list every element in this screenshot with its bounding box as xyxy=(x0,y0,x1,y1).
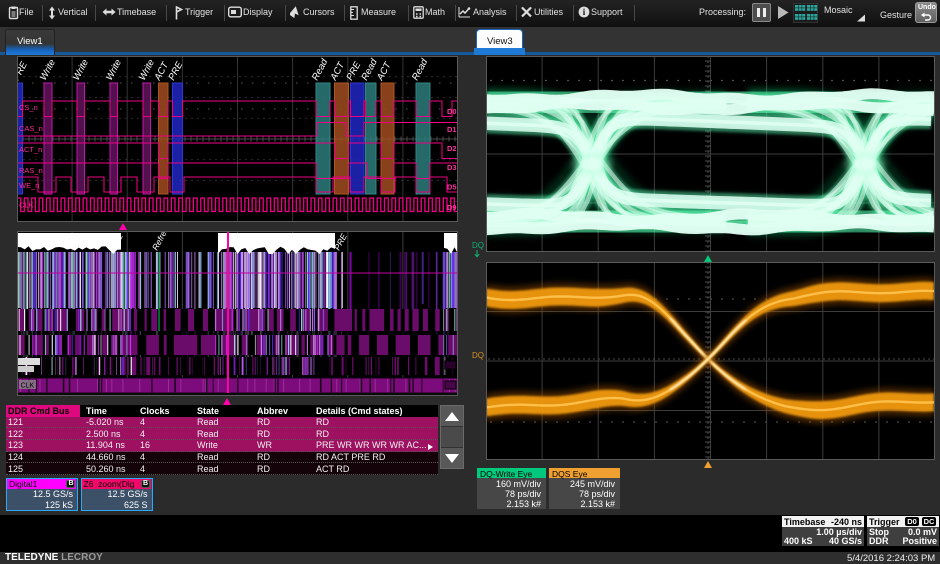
svg-text:CLK: CLK xyxy=(21,383,35,390)
svg-text:Write: Write xyxy=(71,58,91,83)
svg-text:Refresh: Refresh xyxy=(150,231,173,252)
svg-text:D2: D2 xyxy=(447,144,457,153)
svg-text:Write: Write xyxy=(104,58,124,83)
svg-text:CAS_n: CAS_n xyxy=(19,124,43,133)
svg-text:Read: Read xyxy=(310,57,331,83)
svg-text:Read: Read xyxy=(410,57,431,83)
svg-text:RAS_n: RAS_n xyxy=(19,166,43,175)
svg-text:CLK: CLK xyxy=(19,201,34,210)
svg-text:CS_n: CS_n xyxy=(19,103,38,112)
svg-text:Write: Write xyxy=(38,58,58,83)
svg-text:WE_n: WE_n xyxy=(19,181,39,190)
svg-text:D0: D0 xyxy=(447,107,457,116)
svg-text:D1: D1 xyxy=(447,125,457,134)
svg-text:PRE: PRE xyxy=(17,59,30,82)
svg-text:D5: D5 xyxy=(447,183,457,192)
svg-text:D3: D3 xyxy=(447,163,457,172)
svg-text:D9: D9 xyxy=(447,203,457,212)
svg-text:ACT_n: ACT_n xyxy=(19,145,42,154)
svg-text:ACT: ACT xyxy=(328,59,348,83)
